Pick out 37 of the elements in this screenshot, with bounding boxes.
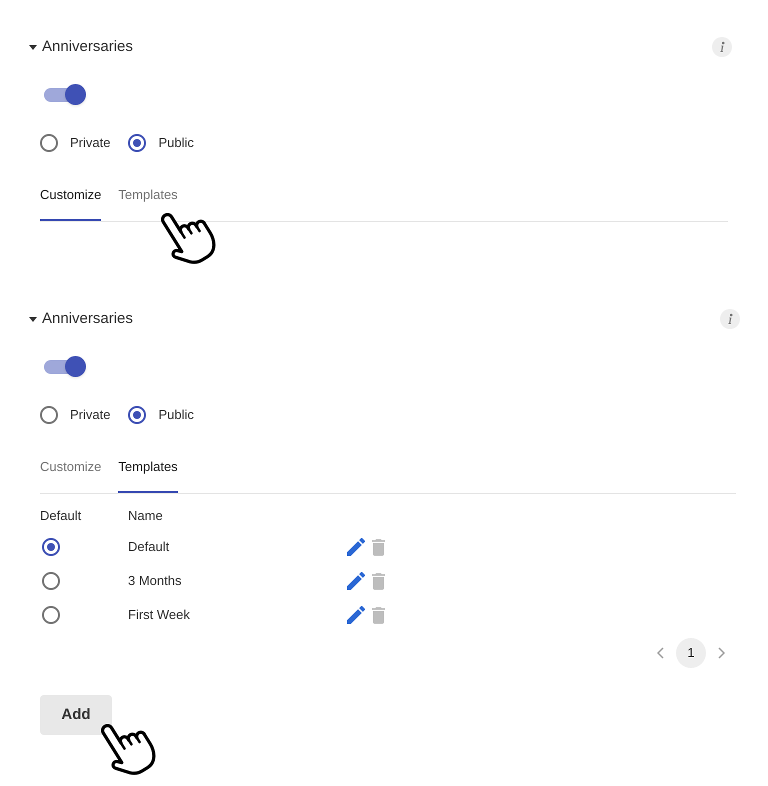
page-button[interactable]: 1 <box>676 638 706 668</box>
tab[interactable]: Templates <box>118 449 178 493</box>
template-name: Default <box>128 538 170 556</box>
radio-label: Private <box>70 134 110 152</box>
radio-label: Public <box>158 134 194 152</box>
section-title: Anniversaries <box>42 36 133 57</box>
radio-button[interactable] <box>42 538 60 556</box>
info-icon[interactable] <box>720 309 740 329</box>
radio-button[interactable] <box>128 406 146 424</box>
column-header: Default <box>40 507 82 526</box>
template-name: First Week <box>128 606 190 624</box>
section-title: Anniversaries <box>42 308 133 329</box>
caret-icon[interactable] <box>29 316 37 322</box>
toggle-switch[interactable] <box>44 84 86 105</box>
tab[interactable]: Customize <box>40 449 102 493</box>
add-button[interactable]: Add <box>40 695 112 735</box>
info-icon[interactable] <box>712 37 732 57</box>
chevron-left-icon[interactable] <box>657 647 664 659</box>
column-header: Name <box>128 507 163 526</box>
radio-button[interactable] <box>42 606 60 624</box>
radio-label: Private <box>70 406 110 424</box>
radio-button[interactable] <box>40 406 58 424</box>
radio-button[interactable] <box>128 134 146 152</box>
hand-pointer-icon <box>101 724 157 776</box>
edit-icon[interactable] <box>347 606 365 624</box>
chevron-right-icon[interactable] <box>718 647 725 659</box>
tab[interactable]: Templates <box>118 177 178 221</box>
edit-icon[interactable] <box>347 538 365 556</box>
radio-button[interactable] <box>42 572 60 590</box>
radio-button[interactable] <box>40 134 58 152</box>
template-name: 3 Months <box>128 572 182 590</box>
hand-pointer-icon <box>161 213 218 265</box>
tab[interactable]: Customize <box>40 177 102 221</box>
radio-label: Public <box>158 406 194 424</box>
toggle-switch[interactable] <box>44 356 86 377</box>
edit-icon[interactable] <box>347 572 365 590</box>
caret-icon[interactable] <box>29 44 37 50</box>
